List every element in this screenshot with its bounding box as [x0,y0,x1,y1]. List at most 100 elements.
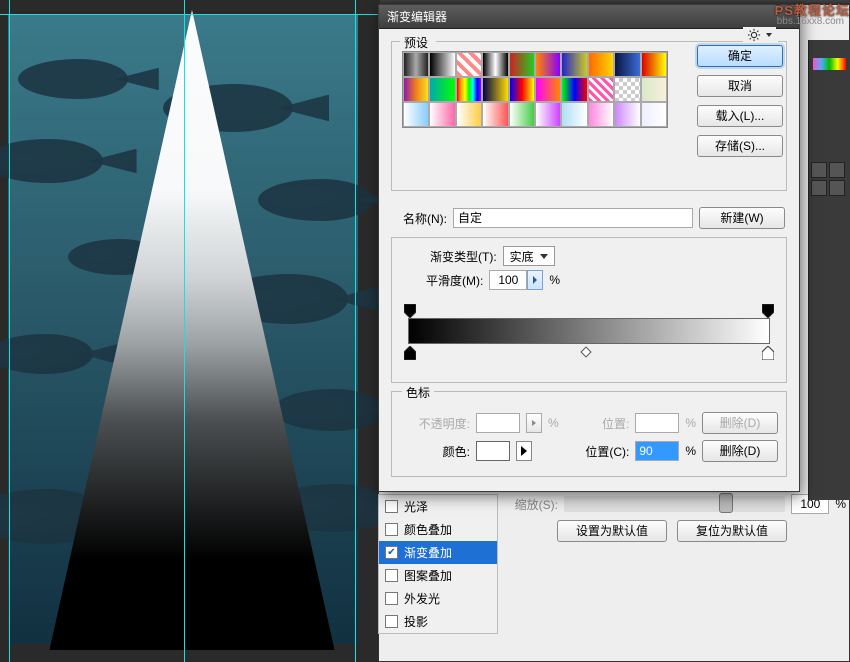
preset-swatch[interactable] [535,102,561,127]
preset-swatch[interactable] [561,77,587,102]
opacity-position-input[interactable] [635,413,679,433]
save-button[interactable]: 存储(S)... [697,135,783,157]
delete-opacity-stop-button[interactable]: 删除(D) [702,412,778,434]
ok-button[interactable]: 确定 [697,45,783,67]
gradient-preview-bar[interactable] [408,318,770,344]
stops-label: 色标 [402,384,434,401]
cancel-button[interactable]: 取消 [697,75,783,97]
document-canvas[interactable] [8,14,358,644]
panel-icon[interactable] [811,180,827,196]
name-label: 名称(N): [393,210,447,227]
smoothness-spinner-button[interactable] [527,270,543,290]
delete-color-stop-button[interactable]: 删除(D) [702,440,778,462]
gradient-ramp-editor[interactable] [402,304,776,370]
guide-horizontal[interactable] [0,14,380,15]
preset-swatch[interactable] [456,77,482,102]
preset-swatch[interactable] [641,52,667,77]
preset-swatch[interactable] [482,77,508,102]
opacity-spinner[interactable] [526,413,542,433]
new-button[interactable]: 新建(W) [699,207,785,229]
checkbox[interactable] [385,615,398,628]
presets-settings-button[interactable] [743,27,776,42]
play-icon [533,276,537,284]
preset-swatch[interactable] [561,52,587,77]
fx-item-label: 颜色叠加 [404,521,452,538]
midpoint-diamond[interactable] [580,346,591,357]
preset-swatch[interactable] [614,77,640,102]
fx-item-投影[interactable]: 投影 [379,610,497,633]
checkbox[interactable] [385,569,398,582]
reset-default-button[interactable]: 复位为默认值 [677,520,787,542]
gradient-type-dropdown[interactable]: 实底 [503,246,555,266]
right-panel-strip [808,40,850,500]
checkbox[interactable] [385,592,398,605]
preset-swatch[interactable] [509,52,535,77]
play-icon [521,446,527,456]
checkbox[interactable] [385,523,398,536]
smoothness-input[interactable]: 100 [489,270,527,290]
opacity-stop-right[interactable] [762,304,774,318]
preset-swatch[interactable] [588,52,614,77]
color-position-input[interactable]: 90 [635,441,679,461]
preset-swatch[interactable] [641,77,667,102]
set-default-button[interactable]: 设置为默认值 [557,520,667,542]
percent-symbol: % [549,273,560,287]
preset-swatch[interactable] [429,102,455,127]
preset-swatch[interactable] [509,102,535,127]
canvas-area[interactable] [0,0,380,662]
preset-swatch[interactable] [429,77,455,102]
color-stop-black[interactable] [404,346,416,360]
preset-swatch[interactable] [561,102,587,127]
position-field-label: 位置: [589,415,629,432]
percent-symbol: % [685,444,696,458]
dialog-titlebar[interactable]: 渐变编辑器 [379,5,799,29]
preset-swatch[interactable] [614,102,640,127]
opacity-stop-left[interactable] [404,304,416,318]
preset-swatch[interactable] [456,52,482,77]
stop-color-picker-button[interactable] [516,441,532,461]
fx-item-光泽[interactable]: 光泽 [379,495,497,518]
scale-slider[interactable] [564,496,785,512]
percent-symbol: % [548,416,559,430]
preset-swatch[interactable] [614,52,640,77]
fx-item-外发光[interactable]: 外发光 [379,587,497,610]
stop-color-swatch[interactable] [476,441,510,461]
guide-vertical[interactable] [184,0,185,662]
load-button[interactable]: 载入(L)... [697,105,783,127]
gradient-type-value: 实底 [510,248,534,265]
preset-swatch[interactable] [456,102,482,127]
preset-swatch[interactable] [641,102,667,127]
opacity-input[interactable] [476,413,520,433]
opacity-field-label: 不透明度: [400,415,470,432]
preset-swatch[interactable] [535,77,561,102]
name-input[interactable]: 自定 [453,208,693,228]
fx-item-渐变叠加[interactable]: ✔渐变叠加 [379,541,497,564]
panel-icon[interactable] [811,162,827,178]
chevron-down-icon [766,33,772,37]
fish-shape [18,59,128,99]
preset-swatch[interactable] [588,102,614,127]
preset-swatch[interactable] [509,77,535,102]
color-stop-white[interactable] [762,346,774,360]
fx-item-label: 图案叠加 [404,567,452,584]
panel-icon[interactable] [829,180,845,196]
preset-swatch[interactable] [403,102,429,127]
checkbox[interactable]: ✔ [385,546,398,559]
preset-swatch[interactable] [403,77,429,102]
chevron-down-icon [540,254,548,259]
preset-swatch[interactable] [588,77,614,102]
guide-vertical[interactable] [9,0,10,662]
preset-swatch[interactable] [429,52,455,77]
guide-vertical[interactable] [355,0,356,662]
preset-swatch[interactable] [482,52,508,77]
panel-icon[interactable] [829,162,845,178]
dialog-title: 渐变编辑器 [387,10,447,24]
checkbox[interactable] [385,500,398,513]
preset-swatch[interactable] [482,102,508,127]
preset-swatch[interactable] [403,52,429,77]
slider-thumb[interactable] [719,493,733,513]
fx-item-颜色叠加[interactable]: 颜色叠加 [379,518,497,541]
gradient-type-group: 渐变类型(T): 实底 平滑度(M): 100 % [391,237,787,383]
fx-item-图案叠加[interactable]: 图案叠加 [379,564,497,587]
preset-swatch[interactable] [535,52,561,77]
